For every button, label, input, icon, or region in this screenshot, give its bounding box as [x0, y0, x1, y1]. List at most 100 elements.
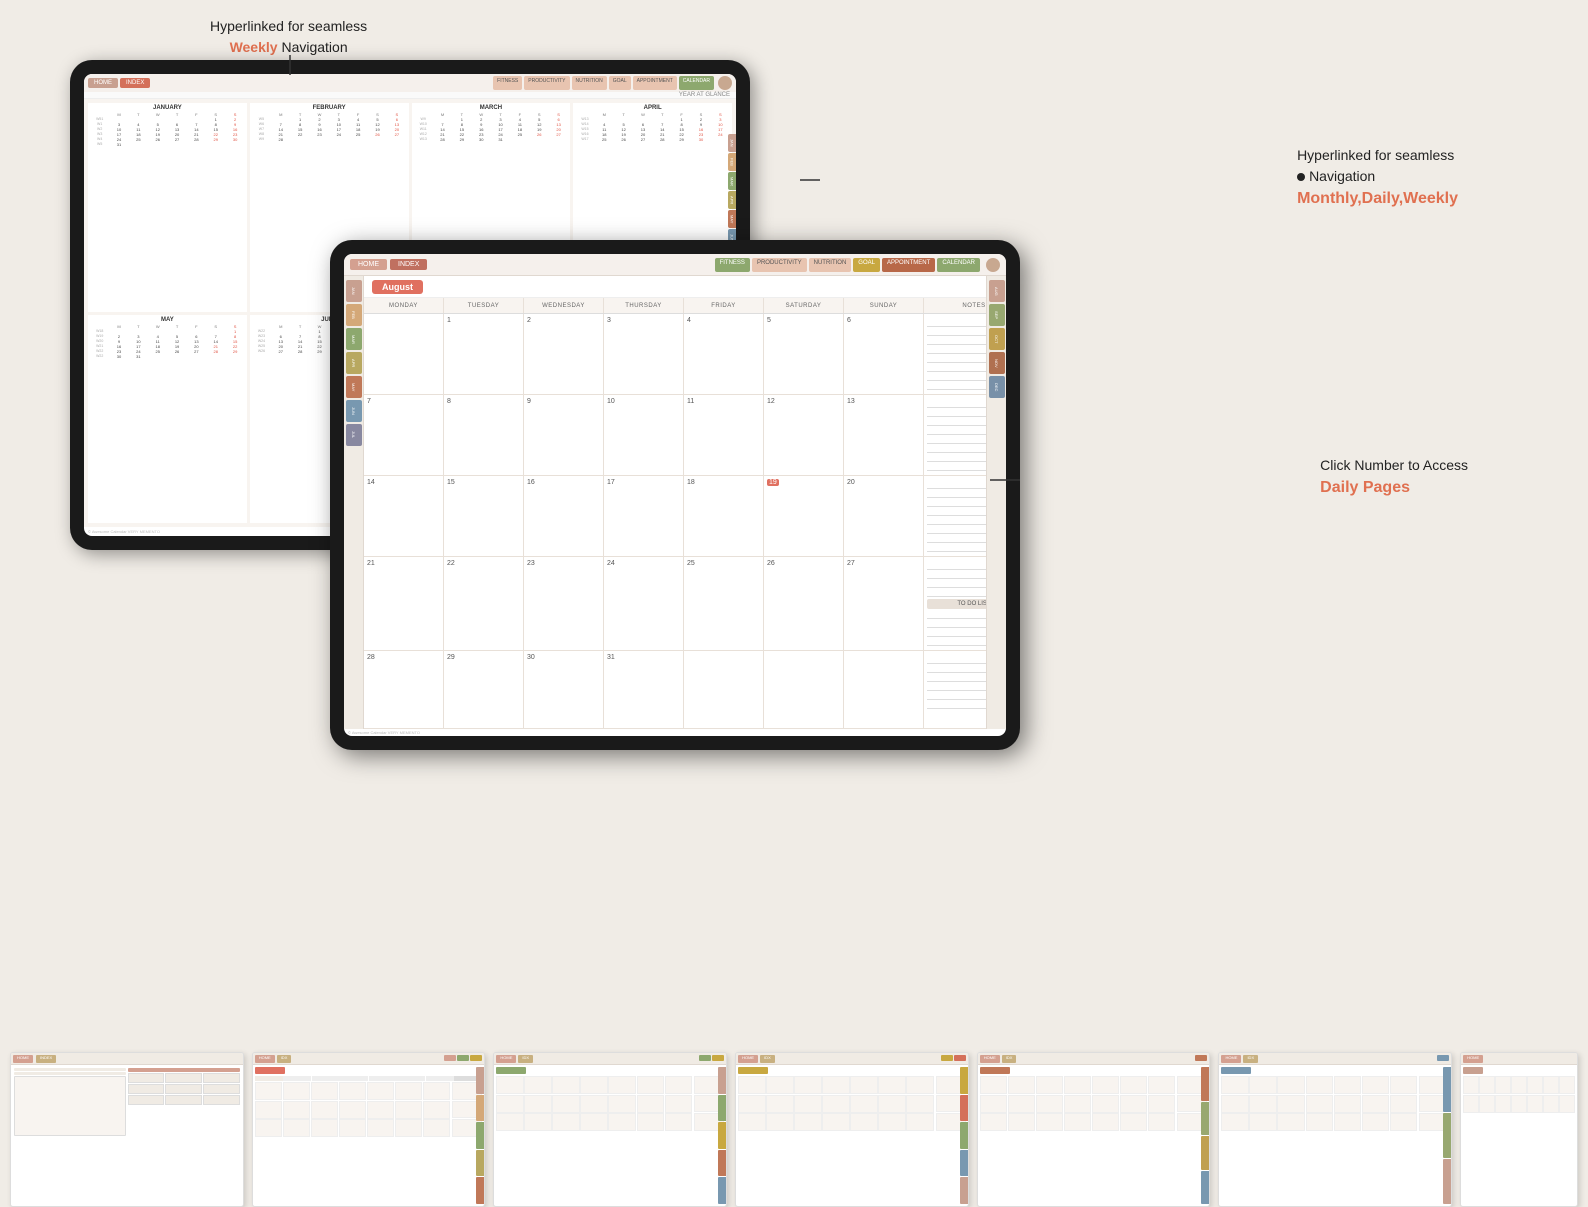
cal-notes-5: [924, 651, 986, 728]
lp-right-dec[interactable]: DEC: [989, 376, 1005, 398]
lp-ntab-fitness[interactable]: FITNESS: [715, 258, 750, 272]
cal-notes-3: [924, 476, 986, 556]
lp-side-apr[interactable]: APR: [346, 352, 362, 374]
cal-cell-tue-1[interactable]: 1: [444, 314, 524, 394]
lp-side-mar[interactable]: MAR: [346, 328, 362, 350]
small-ntab-appointment[interactable]: APPOINTMENT: [633, 76, 677, 90]
cal-cell-wed-1[interactable]: 2: [524, 314, 604, 394]
small-side-mar[interactable]: MAR: [728, 172, 736, 190]
cal-cell-thu-4[interactable]: 24: [604, 557, 684, 650]
cal-cell-fri-3[interactable]: 18: [684, 476, 764, 556]
lp-nav-tabs: FITNESS PRODUCTIVITY NUTRITION GOAL APPO…: [715, 258, 1000, 272]
large-calendar-main: August MONDAY TUESDAY WEDNESDAY THURSDAY…: [364, 276, 986, 729]
cal-cell-fri-5[interactable]: [684, 651, 764, 728]
lp-ntab-goal[interactable]: GOAL: [853, 258, 880, 272]
cal-cell-sat-1[interactable]: 5: [764, 314, 844, 394]
lp-ntab-appointment[interactable]: APPOINTMENT: [882, 258, 935, 272]
cal-cell-sun-2[interactable]: 13: [844, 395, 924, 475]
small-ntab-nutrition[interactable]: NUTRITION: [572, 76, 607, 90]
cal-cell-mon-1[interactable]: [364, 314, 444, 394]
lp-side-feb[interactable]: FEB: [346, 304, 362, 326]
col-notes: NOTES: [924, 298, 986, 313]
cal-cell-sun-5[interactable]: [844, 651, 924, 728]
cal-cell-fri-4[interactable]: 25: [684, 557, 764, 650]
lp-ntab-productivity[interactable]: PRODUCTIVITY: [752, 258, 807, 272]
cal-cell-tue-4[interactable]: 22: [444, 557, 524, 650]
cal-cell-wed-5[interactable]: 30: [524, 651, 604, 728]
small-ntab-goal[interactable]: GOAL: [609, 76, 631, 90]
cal-cell-wed-2[interactable]: 9: [524, 395, 604, 475]
cal-cell-sat-3[interactable]: 19: [764, 476, 844, 556]
small-ntab-fitness[interactable]: FITNESS: [493, 76, 522, 90]
col-thursday: THURSDAY: [604, 298, 684, 313]
cal-cell-sat-4[interactable]: 26: [764, 557, 844, 650]
cal-cell-tue-5[interactable]: 29: [444, 651, 524, 728]
cal-cell-tue-2[interactable]: 8: [444, 395, 524, 475]
lp-right-nov[interactable]: NOV: [989, 352, 1005, 374]
cal-cell-mon-2[interactable]: 7: [364, 395, 444, 475]
cal-cell-thu-3[interactable]: 17: [604, 476, 684, 556]
bottom-annotation-highlight: Daily Pages: [1320, 479, 1410, 496]
cal-cell-thu-2[interactable]: 10: [604, 395, 684, 475]
cal-cell-sun-3[interactable]: 20: [844, 476, 924, 556]
col-sunday: SUNDAY: [844, 298, 924, 313]
bottom-annotation-title: Click Number to Access: [1320, 457, 1468, 473]
cal-cell-sun-4[interactable]: 27: [844, 557, 924, 650]
cal-notes-2: [924, 395, 986, 475]
month-may: MAY MTWTFSS W181 W192345678 W20910111213…: [88, 315, 247, 524]
cal-cell-fri-2[interactable]: 11: [684, 395, 764, 475]
large-copyright: © Awesome Calendar VERY MEMENTO: [344, 729, 1006, 736]
small-tab-home[interactable]: HOME: [88, 78, 118, 88]
small-planner-header: HOME INDEX FITNESS PRODUCTIVITY NUTRITIO…: [84, 74, 736, 92]
small-ntab-productivity[interactable]: PRODUCTIVITY: [524, 76, 569, 90]
cal-cell-thu-1[interactable]: 3: [604, 314, 684, 394]
lp-side-jan[interactable]: JAN: [346, 280, 362, 302]
right-annotation-title: Hyperlinked for seamless: [1297, 147, 1454, 163]
lp-side-may[interactable]: MAY: [346, 376, 362, 398]
cal-cell-mon-4[interactable]: 21: [364, 557, 444, 650]
lp-side-jun[interactable]: JUN: [346, 400, 362, 422]
small-side-feb[interactable]: FEB: [728, 153, 736, 171]
cal-cell-mon-5[interactable]: 28: [364, 651, 444, 728]
lp-right-sep[interactable]: SEP: [989, 304, 1005, 326]
cal-cell-sat-5[interactable]: [764, 651, 844, 728]
cal-cell-wed-4[interactable]: 23: [524, 557, 604, 650]
thumbnail-4: HOME IDX: [735, 1052, 969, 1207]
small-ntab-calendar[interactable]: CALENDAR: [679, 76, 714, 90]
cal-cell-wed-3[interactable]: 16: [524, 476, 604, 556]
month-header-bar: August: [364, 276, 986, 298]
cal-cell-sat-2[interactable]: 12: [764, 395, 844, 475]
right-annotation-highlight: Monthly,Daily,Weekly: [1297, 190, 1458, 207]
table-row: 14 15 16 17 18 19 20: [364, 476, 986, 557]
calendar-column-headers: MONDAY TUESDAY WEDNESDAY THURSDAY FRIDAY…: [364, 298, 986, 314]
todo-list-button[interactable]: TO DO LIST: [927, 599, 986, 609]
lp-settings-icon[interactable]: [986, 258, 1000, 272]
small-settings-icon[interactable]: [718, 76, 732, 90]
cal-cell-mon-3[interactable]: 14: [364, 476, 444, 556]
thumbnail-7: HOME: [1460, 1052, 1578, 1207]
small-side-may[interactable]: MAY: [728, 210, 736, 228]
small-tab-index[interactable]: INDEX: [120, 78, 150, 88]
bottom-annotation: Click Number to Access Daily Pages: [1320, 455, 1468, 500]
small-side-apr[interactable]: APR: [728, 191, 736, 209]
lp-ntab-calendar[interactable]: CALENDAR: [937, 258, 980, 272]
cal-cell-fri-1[interactable]: 4: [684, 314, 764, 394]
lp-tab-home[interactable]: HOME: [350, 259, 387, 270]
cal-cell-thu-5[interactable]: 31: [604, 651, 684, 728]
large-right-sidebar: AUG SEP OCT NOV DEC: [986, 276, 1006, 729]
table-row: 1 2 3 4 5 6: [364, 314, 986, 395]
large-tablet-screen: HOME INDEX FITNESS PRODUCTIVITY NUTRITIO…: [344, 254, 1006, 736]
thumbnails-row: HOME INDEX: [0, 1037, 1588, 1207]
lp-right-aug[interactable]: AUG: [989, 280, 1005, 302]
lp-tab-index[interactable]: INDEX: [390, 259, 427, 270]
cal-cell-tue-3[interactable]: 15: [444, 476, 524, 556]
table-row: 21 22 23 24 25 26 27: [364, 557, 986, 651]
small-side-jan[interactable]: JAN: [728, 134, 736, 152]
large-planner-header: HOME INDEX FITNESS PRODUCTIVITY NUTRITIO…: [344, 254, 1006, 276]
lp-side-jul[interactable]: JUL: [346, 424, 362, 446]
col-wednesday: WEDNESDAY: [524, 298, 604, 313]
col-monday: MONDAY: [364, 298, 444, 313]
lp-right-oct[interactable]: OCT: [989, 328, 1005, 350]
lp-ntab-nutrition[interactable]: NUTRITION: [809, 258, 852, 272]
cal-cell-sun-1[interactable]: 6: [844, 314, 924, 394]
